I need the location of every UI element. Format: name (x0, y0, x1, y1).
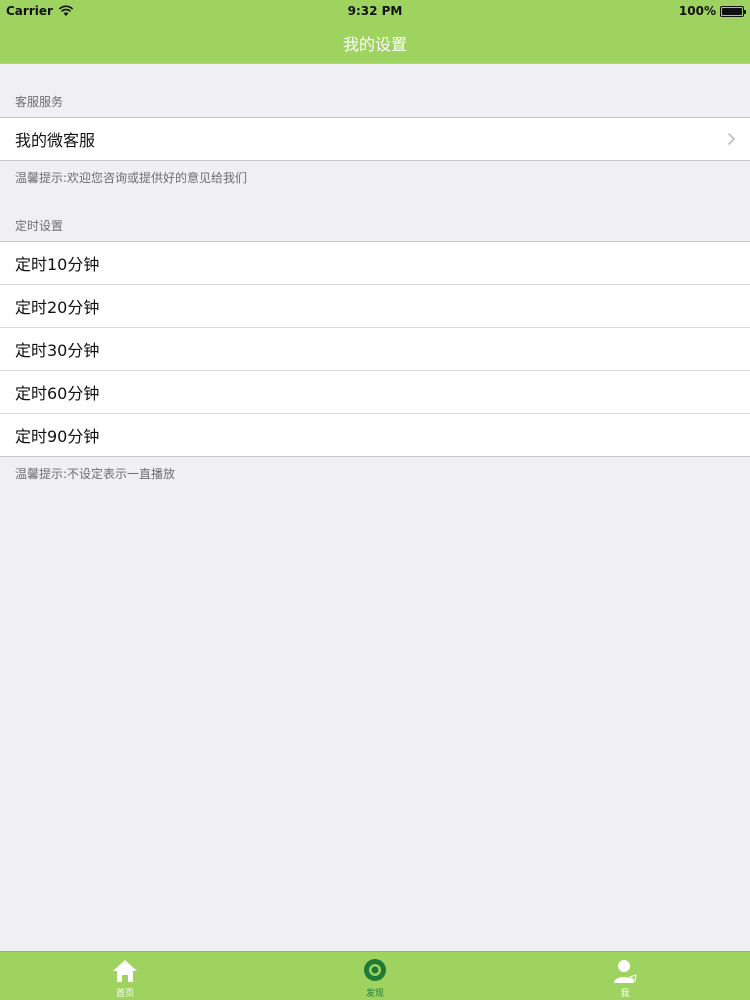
tab-me[interactable]: 我 (585, 952, 665, 1000)
cell-label: 定时60分钟 (15, 384, 100, 403)
cell-timer-10[interactable]: 定时10分钟 (0, 242, 750, 284)
status-bar: Carrier 9:32 PM 100% (0, 0, 750, 22)
settings-list: 客服服务 我的微客服 温馨提示:欢迎您咨询或提供好的意见给我们 定时设置 定时1… (0, 64, 750, 487)
cell-my-customer-service[interactable]: 我的微客服 (0, 118, 750, 160)
section-footer-service: 温馨提示:欢迎您咨询或提供好的意见给我们 (15, 171, 248, 185)
battery-percent: 100% (678, 4, 716, 18)
cell-timer-90[interactable]: 定时90分钟 (0, 413, 750, 456)
home-icon (113, 960, 137, 982)
chevron-right-icon (727, 132, 736, 146)
page-title: 我的设置 (342, 35, 407, 54)
eye-icon (364, 959, 386, 981)
cell-label: 定时90分钟 (15, 427, 100, 446)
section-header-timer: 定时设置 (15, 219, 64, 233)
status-right: 100% (678, 4, 746, 18)
cell-timer-20[interactable]: 定时20分钟 (0, 284, 750, 327)
tab-discover-label: 发现 (365, 989, 384, 999)
status-time: 9:32 PM (347, 4, 403, 18)
settings-screen: Carrier 9:32 PM 100% 我的设置 客服服务 我的微客服 温馨提… (0, 0, 750, 1000)
user-icon (614, 960, 637, 983)
cell-label: 定时20分钟 (15, 298, 100, 317)
section-footer-timer: 温馨提示:不设定表示一直播放 (15, 467, 176, 481)
tab-home[interactable]: 首页 (85, 952, 165, 1000)
tab-home-label: 首页 (115, 989, 134, 999)
tab-bar: 首页 发现 我 (0, 951, 750, 1000)
cell-label: 定时10分钟 (15, 255, 100, 274)
cell-timer-30[interactable]: 定时30分钟 (0, 327, 750, 370)
group-timer: 定时10分钟 定时20分钟 定时30分钟 定时60分钟 定时90分钟 (0, 241, 750, 457)
top-bar: Carrier 9:32 PM 100% 我的设置 (0, 0, 750, 64)
cell-timer-60[interactable]: 定时60分钟 (0, 370, 750, 413)
section-header-service: 客服服务 (15, 95, 64, 109)
tab-discover[interactable]: 发现 (335, 952, 415, 1000)
tab-me-label: 我 (620, 989, 630, 999)
cell-label: 我的微客服 (15, 131, 96, 150)
cell-label: 定时30分钟 (15, 341, 100, 360)
battery-icon (720, 5, 746, 17)
group-service: 我的微客服 (0, 117, 750, 161)
